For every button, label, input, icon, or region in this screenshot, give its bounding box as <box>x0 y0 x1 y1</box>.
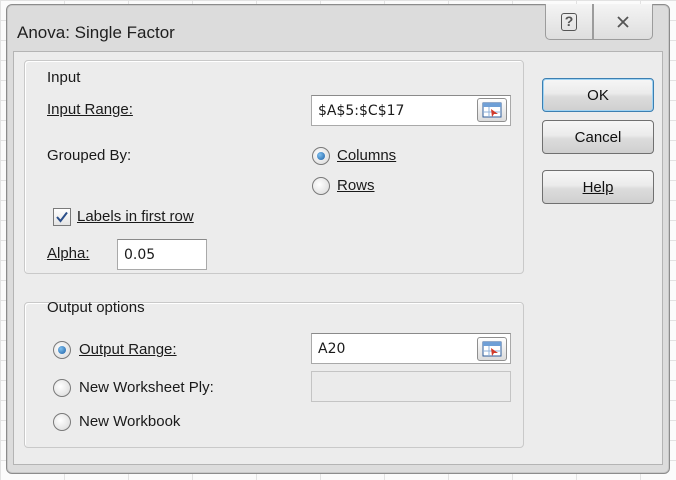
cancel-button[interactable]: Cancel <box>542 120 654 154</box>
new-worksheet-label[interactable]: New Worksheet Ply: <box>79 379 214 396</box>
labels-first-row-label[interactable]: Labels in first row <box>77 208 194 225</box>
input-group-label: Input <box>47 69 81 86</box>
output-options-label: Output options <box>47 299 145 316</box>
anova-dialog: Anova: Single Factor ? Input Input Range… <box>6 4 670 474</box>
new-worksheet-field <box>311 371 511 402</box>
output-range-label[interactable]: Output Range: <box>79 341 177 358</box>
new-worksheet-radio[interactable] <box>53 379 71 397</box>
grouped-by-label: Grouped By: <box>47 147 132 164</box>
input-range-label: Input Range: <box>47 101 133 118</box>
new-workbook-radio[interactable] <box>53 413 71 431</box>
question-icon: ? <box>561 12 577 31</box>
rows-radio-text: Rows <box>337 177 375 194</box>
range-select-icon <box>482 102 502 118</box>
output-range-radio[interactable] <box>53 341 71 359</box>
dialog-body: Input Input Range: $A$5:$C$17 Grouped By… <box>13 51 663 465</box>
columns-radio-label[interactable]: Columns <box>337 147 396 164</box>
help-button[interactable]: Help <box>542 170 654 204</box>
title-help-button[interactable]: ? <box>545 4 593 40</box>
alpha-label: Alpha: <box>47 245 90 262</box>
close-icon <box>617 15 629 28</box>
rows-radio[interactable] <box>312 177 330 195</box>
columns-radio[interactable] <box>312 147 330 165</box>
rows-radio-label[interactable]: Rows <box>337 177 375 194</box>
range-select-icon <box>482 341 502 357</box>
input-range-collapse-button[interactable] <box>477 98 507 122</box>
columns-radio-text: Columns <box>337 147 397 164</box>
dialog-title: Anova: Single Factor <box>17 23 175 42</box>
output-range-collapse-button[interactable] <box>477 337 507 361</box>
output-options-group: Output options Output Range: A20 New Wor… <box>24 299 524 448</box>
ok-button[interactable]: OK <box>542 78 654 112</box>
help-button-label: Help <box>582 178 614 196</box>
labels-first-row-checkbox[interactable] <box>53 208 71 226</box>
checkmark-icon <box>56 211 68 223</box>
new-workbook-label[interactable]: New Workbook <box>79 413 180 430</box>
alpha-field[interactable]: 0.05 <box>117 239 207 270</box>
title-close-button[interactable] <box>593 4 653 40</box>
input-group: Input Input Range: $A$5:$C$17 Grouped By… <box>24 60 524 274</box>
